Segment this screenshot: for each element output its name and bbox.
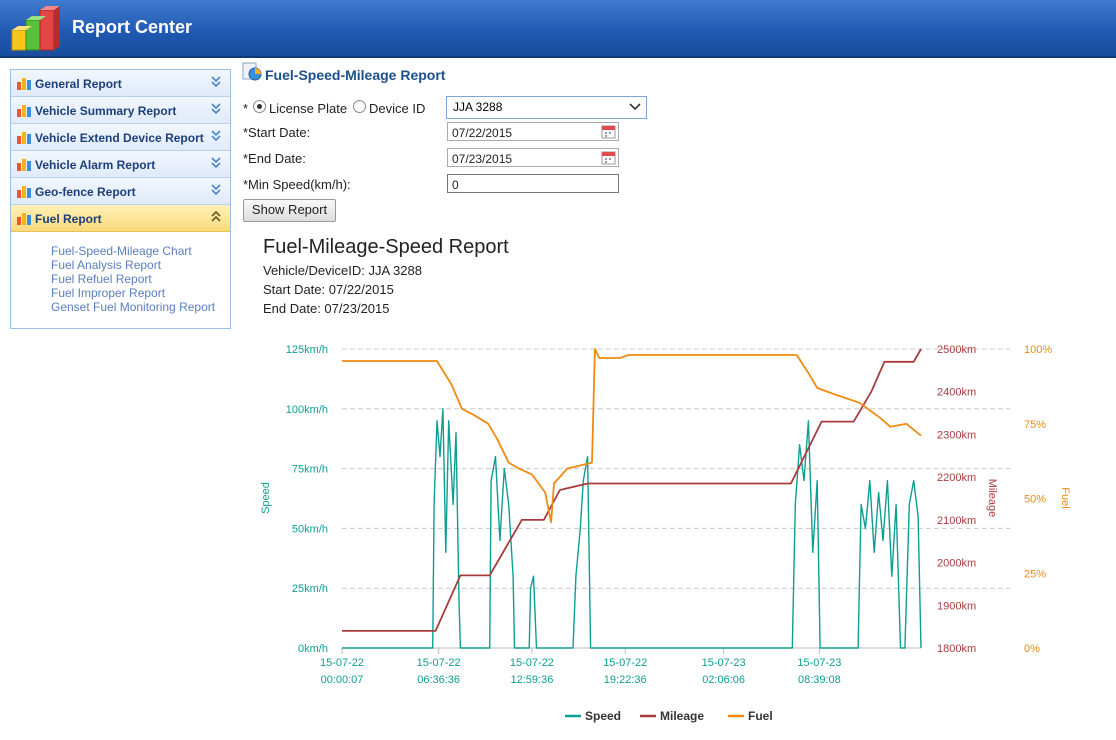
speed-tick-label: 25km/h [292, 583, 328, 595]
mileage-tick-label: 2400km [937, 387, 976, 399]
x-tick-date-label: 15-07-22 [510, 657, 554, 669]
fuel-tick-label: 75% [1024, 419, 1046, 431]
x-tick-time-label: 06:36:36 [417, 674, 460, 686]
fuel-series-line [342, 348, 922, 524]
speed-tick-label: 100km/h [286, 404, 328, 416]
speed-tick-label: 50km/h [292, 523, 328, 535]
fuel-tick-label: 25% [1024, 568, 1046, 580]
x-tick-date-label: 15-07-22 [603, 657, 647, 669]
x-tick-time-label: 00:00:07 [321, 674, 364, 686]
x-tick-date-label: 15-07-23 [702, 657, 746, 669]
speed-axis-title: Speed [260, 482, 272, 514]
legend-label-mileage: Mileage [660, 709, 704, 723]
mileage-tick-label: 2500km [937, 344, 976, 356]
fuel-tick-label: 0% [1024, 643, 1040, 655]
legend-label-fuel: Fuel [748, 709, 773, 723]
x-tick-date-label: 15-07-23 [797, 657, 841, 669]
speed-tick-label: 0km/h [298, 643, 328, 655]
mileage-tick-label: 2200km [937, 472, 976, 484]
mileage-axis-title: Mileage [986, 479, 998, 518]
x-tick-time-label: 19:22:36 [604, 674, 647, 686]
x-tick-time-label: 08:39:08 [798, 674, 841, 686]
mileage-tick-label: 2300km [937, 429, 976, 441]
x-tick-time-label: 02:06:06 [702, 674, 745, 686]
speed-tick-label: 75km/h [292, 464, 328, 476]
x-tick-date-label: 15-07-22 [320, 657, 364, 669]
fuel-axis-title: Fuel [1059, 487, 1071, 508]
mileage-tick-label: 2100km [937, 515, 976, 527]
mileage-tick-label: 1800km [937, 643, 976, 655]
mileage-tick-label: 2000km [937, 558, 976, 570]
x-tick-date-label: 15-07-22 [417, 657, 461, 669]
speed-tick-label: 125km/h [286, 344, 328, 356]
legend-label-speed: Speed [585, 709, 621, 723]
fuel-tick-label: 100% [1024, 344, 1052, 356]
mileage-tick-label: 1900km [937, 600, 976, 612]
x-tick-time-label: 12:59:36 [511, 674, 554, 686]
fuel-speed-mileage-chart: 0km/h 25km/h 50km/h 75km/h 100km/h 125km/h 180… [260, 344, 1071, 723]
fuel-tick-label: 50% [1024, 494, 1046, 506]
